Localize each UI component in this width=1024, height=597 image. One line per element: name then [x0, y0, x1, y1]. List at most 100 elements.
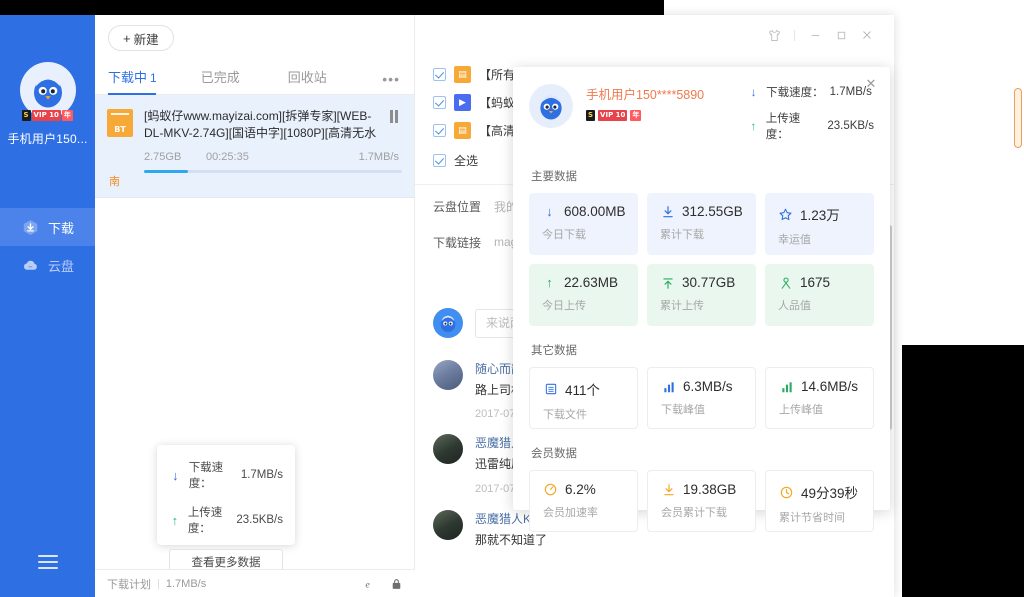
stat-label: 今日下载	[542, 226, 638, 242]
arrow-up-icon: ↑	[542, 275, 557, 290]
download-total-icon	[661, 482, 676, 497]
select-all-label: 全选	[454, 152, 478, 169]
task-progress-bar	[144, 170, 402, 173]
tab-recycle-bin[interactable]: 回收站	[288, 67, 327, 94]
close-button[interactable]	[854, 22, 880, 48]
task-list-item[interactable]: BT [蚂蚁仔www.mayizai.com][拆弹专家][WEB-DL-MKV…	[95, 95, 414, 198]
gauge-icon	[543, 482, 558, 497]
download-icon	[22, 219, 39, 236]
more-options-icon[interactable]: •••	[382, 71, 400, 87]
task-name: [蚂蚁仔www.mayizai.com][拆弹专家][WEB-DL-MKV-2.…	[144, 108, 380, 142]
stat-card-peak-download: 6.3MB/s 下载峰值	[647, 367, 756, 429]
download-panel: + 新建 下载中1 已完成 回收站 ••• BT	[95, 15, 415, 597]
stat-card-member-download: 19.38GB 会员累计下载	[647, 470, 756, 532]
sidebar-item-download[interactable]: 下载	[0, 208, 95, 246]
stat-label: 会员累计下载	[661, 504, 755, 520]
popup-avatar[interactable]	[529, 84, 573, 128]
speed-popover-download-row: ↓ 下载速度： 1.7MB/s	[169, 459, 283, 491]
cloud-location-label: 云盘位置	[433, 198, 481, 215]
stat-card-total-download: 312.55GB 累计下载	[647, 193, 756, 255]
close-icon	[860, 28, 874, 42]
task-speed: 1.7MB/s	[359, 151, 399, 163]
statusbar-icons: e	[363, 577, 403, 591]
penguin-logo-icon	[27, 69, 69, 111]
stat-value: 49分39秒	[801, 482, 858, 502]
person-icon	[778, 275, 793, 290]
app-window: S VIP 10 年 手机用户150... 下载 云盘	[0, 15, 894, 597]
bt-file-icon: BT	[107, 109, 133, 137]
task-size: 2.75GB	[144, 151, 206, 163]
vip-badge: VIP 10	[32, 110, 61, 121]
stat-value: 411个	[565, 379, 600, 399]
upload-total-icon	[660, 275, 675, 290]
maximize-button[interactable]	[828, 22, 854, 48]
popup-download-speed-label: 下载速度：	[766, 84, 824, 100]
sidebar-item-label-cloud: 云盘	[48, 256, 74, 275]
tshirt-icon	[767, 28, 782, 43]
tab-downloading-count: 1	[150, 71, 157, 85]
task-flag-label: 南	[109, 173, 120, 189]
avatar[interactable]	[433, 360, 463, 390]
new-task-button[interactable]: + 新建	[108, 25, 174, 51]
file-checkbox[interactable]	[433, 68, 446, 81]
avatar[interactable]: S VIP 10 年	[20, 62, 76, 118]
minimize-icon	[809, 29, 822, 42]
sidebar-item-cloud[interactable]: 云盘	[0, 246, 95, 284]
titlebar-separator	[794, 30, 795, 41]
stat-label: 累计上传	[660, 297, 756, 313]
speed-popover-upload-value: 23.5KB/s	[236, 514, 283, 526]
bar-chart-icon	[661, 379, 676, 394]
arrow-up-icon: ↑	[747, 119, 760, 133]
sidebar-username: 手机用户150...	[7, 130, 87, 147]
arrow-down-icon: ↓	[542, 204, 557, 219]
stats-popup: ✕ 手机用户150****5890 S	[513, 67, 890, 510]
stat-value: 30.77GB	[682, 275, 735, 290]
sidebar: S VIP 10 年 手机用户150... 下载 云盘	[0, 15, 95, 597]
desktop-pill-marker	[1014, 88, 1022, 148]
skin-icon[interactable]	[761, 22, 787, 48]
cloud-icon	[22, 257, 39, 274]
tab-downloading[interactable]: 下载中1	[108, 67, 157, 94]
plus-icon: +	[123, 31, 131, 46]
stat-label: 累计节省时间	[779, 509, 873, 525]
hamburger-menu-icon[interactable]	[38, 555, 58, 569]
minimize-button[interactable]	[802, 22, 828, 48]
window-titlebar	[415, 15, 894, 55]
select-all-checkbox[interactable]	[433, 154, 446, 167]
task-progress-fill	[144, 170, 188, 173]
download-link-label: 下载链接	[433, 234, 481, 251]
browser-icon[interactable]: e	[363, 577, 377, 591]
section-title-member: 会员数据	[531, 445, 874, 461]
popup-close-button[interactable]: ✕	[863, 76, 879, 92]
stat-card-today-upload: ↑ 22.63MB 今日上传	[529, 264, 638, 326]
lock-icon[interactable]	[390, 577, 403, 591]
stat-card-time-saved: 49分39秒 累计节省时间	[765, 470, 874, 532]
stat-value: 14.6MB/s	[801, 379, 858, 394]
year-badge: 年	[630, 110, 641, 121]
avatar[interactable]	[433, 510, 463, 540]
section-title-other: 其它数据	[531, 342, 874, 358]
bar-chart-icon	[779, 379, 794, 394]
file-checkbox[interactable]	[433, 124, 446, 137]
speed-popover: ↓ 下载速度： 1.7MB/s ↑ 上传速度： 23.5KB/s 查看更多数据	[157, 445, 295, 545]
vip-badge-group: S VIP 10 年	[22, 110, 73, 121]
pause-button[interactable]	[390, 110, 402, 123]
tab-completed[interactable]: 已完成	[201, 67, 240, 94]
stat-label: 下载文件	[543, 406, 637, 422]
download-plan-label[interactable]: 下载计划	[107, 576, 151, 592]
stat-card-today-download: ↓ 608.00MB 今日下载	[529, 193, 638, 255]
screen: S VIP 10 年 手机用户150... 下载 云盘	[0, 0, 1024, 597]
member-stats-grid: 6.2% 会员加速率 19.38GB 会员累计下载 49分39秒 累计节省时间	[529, 470, 874, 532]
occlusion-block-right	[902, 345, 1024, 597]
stat-label: 今日上传	[542, 297, 638, 313]
arrow-down-icon: ↓	[747, 85, 760, 99]
popup-download-speed-row: ↓ 下载速度： 1.7MB/s	[747, 84, 874, 100]
tab-completed-label: 已完成	[201, 70, 240, 85]
avatar[interactable]	[433, 434, 463, 464]
file-checkbox[interactable]	[433, 96, 446, 109]
download-statusbar: 下载计划 | 1.7MB/s e	[95, 569, 415, 597]
popup-upload-speed-row: ↑ 上传速度： 23.5KB/s	[747, 110, 874, 142]
download-tabs: 下载中1 已完成 回收站 •••	[95, 61, 414, 95]
list-icon	[543, 382, 558, 397]
money-badge: S	[586, 110, 595, 121]
